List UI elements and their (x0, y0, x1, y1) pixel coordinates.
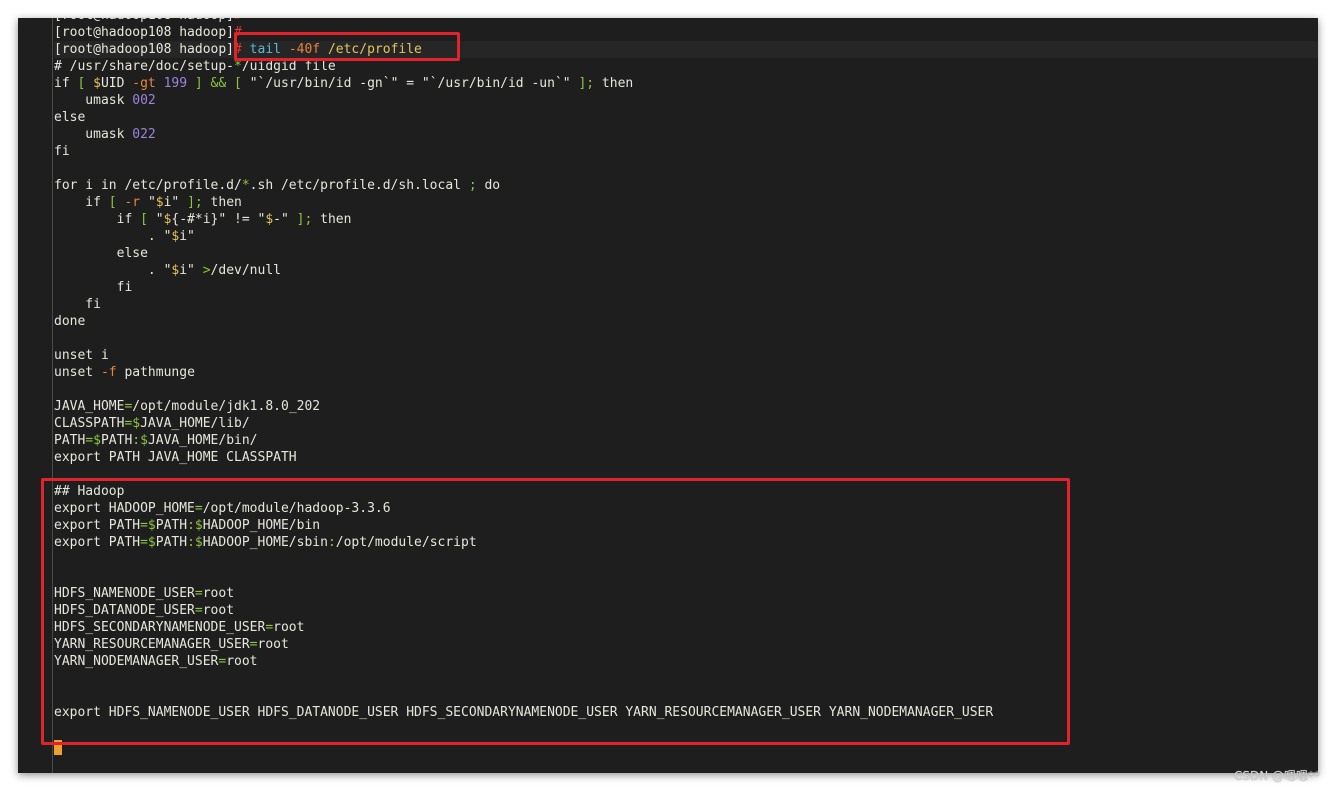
terminal-token: [ (140, 211, 156, 227)
terminal-token: then (312, 211, 352, 227)
terminal-token: PATH (54, 432, 86, 448)
terminal-token: PATH (100, 432, 133, 448)
terminal-token: [ (108, 194, 125, 210)
terminal-token: else (54, 245, 148, 261)
terminal-token: JAVA_HOME/lib/ (140, 415, 250, 431)
terminal-token: [ (77, 75, 94, 91)
terminal-token: [root@hadoop108 hadoop] (54, 41, 235, 57)
terminal-line: umask 022 (54, 126, 1318, 143)
terminal-token: else (54, 109, 86, 125)
terminal-line: if [ "${-#*i}" != "$-" ]; then (54, 211, 1318, 228)
terminal-token: JAVA_HOME/bin/ (147, 432, 258, 448)
terminal-token: export PATH JAVA_HOME CLASSPATH (54, 449, 297, 465)
terminal-line: for i in /etc/profile.d/*.sh /etc/profil… (54, 177, 1318, 194)
terminal-token: ]; (578, 75, 595, 91)
terminal-token: then (202, 194, 242, 210)
terminal-token: -f (100, 364, 125, 380)
terminal-line: . "$i" >/dev/null (54, 262, 1318, 279)
terminal-token: $ (155, 194, 164, 210)
terminal-token: ] && [ (194, 75, 250, 91)
terminal-line: else (54, 245, 1318, 262)
terminal-token: " (155, 211, 164, 227)
terminal-line: . "$i" (54, 228, 1318, 245)
terminal-token: {-#*i}" != " (171, 211, 266, 227)
terminal-token: 022 (132, 126, 156, 142)
terminal-token: # (234, 18, 242, 23)
terminal-token: "`/usr/bin/id -gn`" = "`/usr/bin/id -un`… (249, 75, 579, 91)
terminal-token: # /usr/share/doc/setup- (54, 58, 235, 74)
terminal-token: -" (273, 211, 297, 227)
terminal-token: -gt (132, 75, 164, 91)
terminal-token: do (476, 177, 501, 193)
terminal-token: =$ (85, 432, 101, 448)
terminal-token: i" (179, 262, 203, 278)
terminal-line: export PATH JAVA_HOME CLASSPATH (54, 449, 1318, 466)
terminal-token: fi (54, 296, 101, 312)
terminal-token: > (202, 262, 211, 278)
terminal-line: if [ -r "$i" ]; then (54, 194, 1318, 211)
terminal-token: ]; (296, 211, 313, 227)
terminal-token: JAVA_HOME (54, 398, 125, 414)
terminal-token: * (241, 177, 250, 193)
terminal-token: CLASSPATH (54, 415, 125, 431)
terminal-token: =$ (124, 415, 141, 431)
terminal-token: $ (93, 75, 101, 91)
annotation-box-command (234, 32, 460, 61)
terminal-token: . " (54, 228, 172, 244)
terminal-token: i" (179, 228, 195, 244)
terminal-token: then (594, 75, 634, 91)
terminal-token: for i in /etc/profile.d/ (54, 177, 242, 193)
terminal-token: .sh /etc/profile.d/sh.local (249, 177, 469, 193)
terminal-line: unset i (54, 347, 1318, 364)
terminal-line: else (54, 109, 1318, 126)
terminal-token: ]; (187, 194, 203, 210)
terminal-line: if [ $UID -gt 199 ] && [ "`/usr/bin/id -… (54, 75, 1318, 92)
terminal-token: if (54, 211, 141, 227)
terminal-line: CLASSPATH=$JAVA_HOME/lib/ (54, 415, 1318, 432)
terminal-token: unset (54, 364, 101, 380)
terminal-line: PATH=$PATH:$JAVA_HOME/bin/ (54, 432, 1318, 449)
terminal-token: [root@hadoop108 hadoop] (54, 24, 235, 40)
terminal-line: done (54, 313, 1318, 330)
terminal-token: fi (54, 279, 133, 295)
terminal-token: if (54, 75, 78, 91)
terminal-line: JAVA_HOME=/opt/module/jdk1.8.0_202 (54, 398, 1318, 415)
annotation-box-hadoop-env (41, 478, 1070, 745)
terminal-token: :$ (132, 432, 148, 448)
terminal-token: if (54, 194, 109, 210)
terminal-token: $ (265, 211, 274, 227)
terminal-token: umask (54, 92, 133, 108)
terminal-token: umask (54, 126, 133, 142)
terminal-line: fi (54, 279, 1318, 296)
terminal-token: ; (468, 177, 477, 193)
terminal-token: /dev/null (210, 262, 281, 278)
terminal-line: unset -f pathmunge (54, 364, 1318, 381)
terminal-token: . " (54, 262, 172, 278)
terminal-token: 199 (163, 75, 195, 91)
terminal-token: pathmunge (124, 364, 195, 380)
terminal-token: [root@hadoop108 hadoop] (54, 18, 234, 23)
terminal-token: done (54, 313, 86, 329)
terminal-token: /opt/module/jdk1.8.0_202 (132, 398, 321, 414)
watermark: CSDN @嗯嗯** (1233, 769, 1320, 783)
terminal-token: " (147, 194, 156, 210)
terminal-token: unset i (54, 347, 109, 363)
terminal-token: i" (163, 194, 188, 210)
terminal-token: 002 (132, 92, 156, 108)
terminal-line: fi (54, 143, 1318, 160)
terminal-line: umask 002 (54, 92, 1318, 109)
terminal-token: fi (54, 143, 70, 159)
terminal-token: UID (100, 75, 133, 91)
terminal-line: fi (54, 296, 1318, 313)
terminal-token: -r (124, 194, 148, 210)
